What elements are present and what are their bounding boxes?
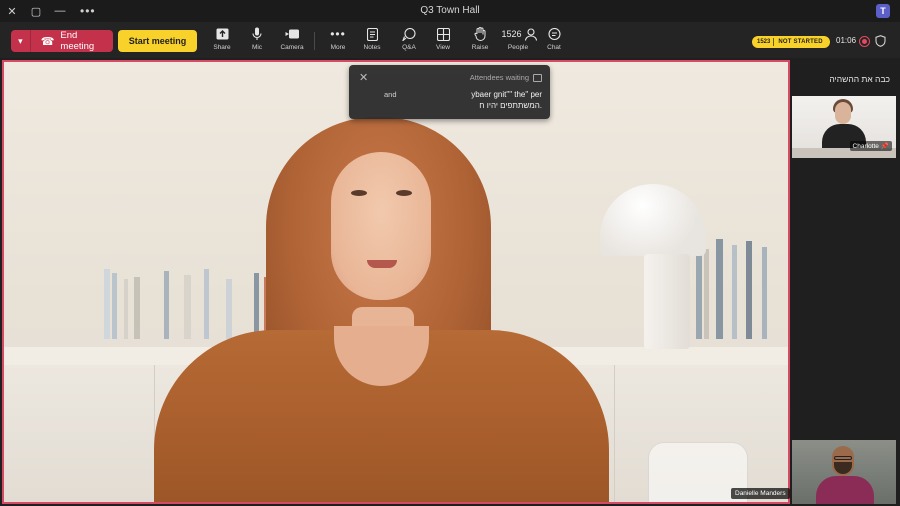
attendees-waiting-toast: ✕ Attendees waiting and ybaer gnit"" the… [349,65,550,119]
book [704,249,709,339]
book [254,273,259,339]
mic-label: Mic [251,44,263,51]
thumbnail-name-tag: Charlotte 📌 [849,141,892,151]
qa-button[interactable]: Q&A [393,26,425,56]
calendar-icon [533,73,542,82]
book [716,239,723,339]
chevron-down-icon[interactable]: ▾ [11,30,31,52]
book [104,269,110,339]
view-label: View [436,44,450,51]
title-bar: ✕ ▢ — ••• Q3 Town Hall T [0,0,900,22]
people-count: 1526 [501,29,522,39]
cabinet-divider [614,365,615,502]
notes-label: Notes [363,44,381,51]
notes-icon [366,26,378,42]
toolbar-divider [314,32,315,50]
window-more-icon[interactable]: ••• [80,4,96,18]
window-controls: ✕ ▢ — ••• [0,0,96,22]
book [746,241,752,339]
teams-logo-icon: T [876,4,890,18]
camera-label: Camera [280,44,304,51]
book [732,245,737,339]
close-icon[interactable]: ✕ [359,71,368,84]
book [134,277,140,339]
start-meeting-button[interactable]: Start meeting [118,30,197,52]
pin-icon: 📌 [880,143,889,150]
camera-icon [285,26,300,42]
recording-icon [859,36,870,47]
meeting-timer: 01:06 [836,36,857,45]
attendee-count: 1523 [757,39,771,45]
book [696,243,702,339]
book [124,279,128,339]
book [112,273,117,339]
participants-panel: כבה את ההשהיה Charlotte 📌 [790,58,900,506]
lamp-base [644,254,690,349]
people-button[interactable]: 1526 People [498,26,538,56]
chat-icon [547,26,561,42]
view-button[interactable]: View [427,26,459,56]
raise-hand-icon [474,26,486,42]
presenter-eye [396,190,412,196]
toast-text-line2: המשתתפים יהיו ח. [479,101,542,110]
more-button[interactable]: ••• More [322,26,354,56]
toast-text-line1: ybaer gnit"" the" per [471,90,542,99]
raise-label: Raise [471,44,489,51]
minimize-window-icon[interactable]: — [48,0,72,22]
people-label: People [507,44,529,51]
qa-icon [402,26,416,42]
close-window-icon[interactable]: ✕ [0,0,24,22]
window-title: Q3 Town Hall [420,5,480,16]
thumbnail-figure [835,102,851,124]
share-button[interactable]: Share [206,26,238,56]
meeting-toolbar: ▾ ☎ End meeting Start meeting Share Mic … [0,22,900,58]
panel-title[interactable]: כבה את ההשהיה [829,74,890,84]
status-text: NOT STARTED [778,39,823,45]
end-meeting-button[interactable]: ▾ ☎ End meeting [11,30,113,52]
book [164,271,169,339]
meeting-status-badge: 1523 NOT STARTED [752,36,830,48]
chat-button[interactable]: Chat [538,26,570,56]
raise-hand-button[interactable]: Raise [464,26,496,56]
book [762,247,767,339]
shield-icon [875,35,886,50]
toast-title: Attendees waiting [469,73,529,82]
main-video-feed[interactable] [2,60,790,504]
book [184,275,191,339]
participant-thumbnail[interactable] [792,440,896,504]
thumbnail-figure [834,456,852,460]
thumbnail-figure [816,476,874,504]
thumbnail-name: Charlotte [852,142,879,150]
presenter-face [331,152,431,300]
mic-button[interactable]: Mic [241,26,273,56]
hang-up-icon: ☎ [40,35,55,48]
mic-icon [252,26,262,42]
camera-button[interactable]: Camera [276,26,308,56]
main-video-name-tag: Danielle Manders [731,488,790,499]
toast-text-fragment: and [384,90,397,99]
people-icon: 1526 [499,26,537,42]
share-label: Share [213,44,231,51]
view-icon [436,26,450,42]
end-meeting-label: End meeting [60,30,95,52]
maximize-window-icon[interactable]: ▢ [24,0,48,22]
more-icon: ••• [330,27,346,41]
toast-header: Attendees waiting [470,73,542,82]
meeting-stage: ✕ Attendees waiting and ybaer gnit"" the… [0,58,790,506]
book [204,269,209,339]
qa-label: Q&A [402,44,416,51]
participant-thumbnail[interactable]: Charlotte 📌 [792,96,896,158]
more-label: More [330,44,346,51]
share-icon [216,26,229,42]
presenter-eye [351,190,367,196]
presenter-mouth [367,260,397,268]
book [226,279,232,339]
notes-button[interactable]: Notes [356,26,388,56]
chat-label: Chat [547,44,561,51]
